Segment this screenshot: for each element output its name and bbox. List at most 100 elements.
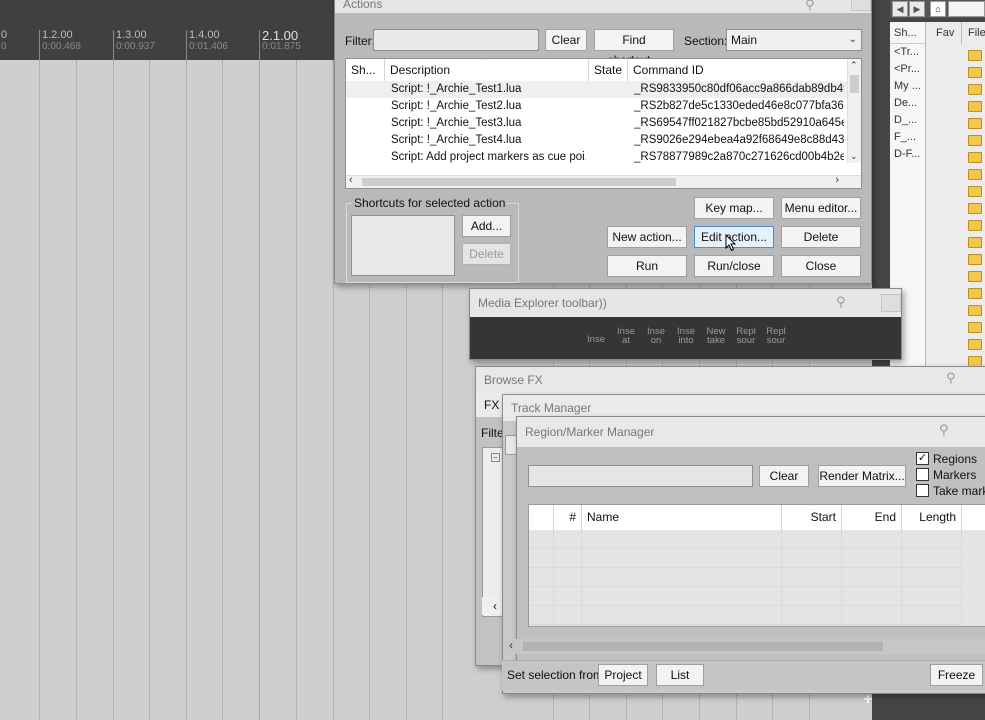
region-table-body[interactable] — [529, 530, 985, 626]
section-label: Section: — [684, 34, 728, 48]
folder-icon — [968, 101, 982, 112]
filter-input[interactable] — [373, 29, 539, 51]
column-header-color[interactable] — [529, 505, 554, 530]
fx-menu[interactable]: FX — [484, 398, 499, 412]
scroll-thumb[interactable] — [362, 178, 676, 186]
table-row[interactable]: Script: !_Archie_Test1.lua _RS9833950c80… — [346, 81, 847, 98]
render-matrix-button[interactable]: Render Matrix... — [818, 465, 906, 487]
table-row[interactable]: Script: Add project markers as cue poi..… — [346, 149, 847, 166]
back-arrow-icon[interactable]: ◀ — [892, 1, 908, 17]
row-description: Script: !_Archie_Test3.lua — [391, 117, 522, 129]
shortcut-item[interactable]: D_... — [894, 112, 925, 129]
pin-icon[interactable]: ⚲ — [805, 0, 815, 13]
path-field[interactable] — [948, 1, 985, 17]
region-table[interactable]: # Name Start ^ End Length — [528, 504, 985, 627]
toolbar-insert-into-button[interactable]: Inse into — [672, 327, 700, 346]
shortcut-item[interactable]: <Pr... — [894, 61, 925, 78]
shortcut-item[interactable]: <Tr... — [894, 44, 925, 61]
row-description: Script: !_Archie_Test1.lua — [391, 83, 522, 95]
table-row[interactable]: Script: !_Archie_Test2.lua _RS2b827de5c1… — [346, 98, 847, 115]
tab-fav[interactable]: Fav — [930, 22, 962, 44]
toolbar-replace-source-button[interactable]: Repl sour — [762, 327, 790, 346]
row-description: Script: !_Archie_Test4.lua — [391, 134, 522, 146]
shortcut-item[interactable]: D-F... — [894, 146, 925, 163]
menu-editor-button[interactable]: Menu editor... — [781, 197, 861, 219]
run-close-button[interactable]: Run/close — [694, 255, 774, 277]
folder-icon — [968, 186, 982, 197]
tab-file[interactable]: File — [964, 22, 985, 44]
actions-title: Actions — [335, 0, 871, 13]
shortcut-item[interactable]: My ... — [894, 78, 925, 95]
folder-icon — [968, 339, 982, 350]
toolbar-insert-at-button[interactable]: Inse at — [612, 327, 640, 346]
column-header-extra[interactable] — [962, 505, 985, 530]
close-button[interactable]: Close — [781, 255, 861, 277]
vertical-scrollbar[interactable]: ⌃ ⌄ — [847, 59, 861, 163]
pin-icon[interactable]: ⚲ — [946, 370, 956, 386]
column-header-command-id[interactable]: Command ID — [628, 59, 848, 81]
regions-checkbox[interactable]: ✓ — [916, 452, 929, 465]
delete-action-button[interactable]: Delete — [781, 226, 861, 248]
shortcut-listbox[interactable] — [351, 215, 455, 276]
set-selection-list-button[interactable]: List — [656, 664, 704, 686]
delete-shortcut-button[interactable]: Delete — [462, 243, 511, 265]
add-shortcut-button[interactable]: Add... — [462, 215, 511, 237]
scroll-down-icon[interactable]: ⌄ — [850, 151, 858, 162]
toolbar-new-take-button[interactable]: New take — [702, 327, 730, 346]
toolbar-replace-source-button[interactable]: Repl sour — [732, 327, 760, 346]
ruler-tick: 1.2.00 0:00.468 — [39, 30, 81, 60]
region-clear-button[interactable]: Clear — [759, 465, 809, 487]
scroll-thumb[interactable] — [523, 642, 883, 651]
section-select[interactable]: Main ⌄ — [726, 29, 862, 51]
toolbar-insert-on-button[interactable]: Inse on — [642, 327, 670, 346]
sort-up-icon: ^ — [809, 504, 814, 512]
take-markers-checkbox[interactable] — [916, 484, 929, 497]
markers-label: Markers — [933, 468, 977, 482]
folder-icon — [968, 50, 982, 61]
close-icon[interactable] — [881, 294, 901, 312]
folder-icon — [968, 220, 982, 231]
find-shortcut-button[interactable]: Find shortcut... — [594, 29, 674, 67]
table-row[interactable]: Script: !_Archie_Test3.lua _RS69547ff021… — [346, 115, 847, 132]
take-markers-label: Take marke — [933, 484, 985, 498]
scroll-thumb[interactable] — [850, 75, 859, 93]
actions-list[interactable]: Sh... Description ^ State Command ID Scr… — [345, 58, 862, 189]
row-command-id: _RS9833950c80df06acc9a866dab89db495 — [634, 83, 844, 95]
table-row[interactable]: Script: !_Archie_Test4.lua _RS9026e294eb… — [346, 132, 847, 149]
collapse-icon[interactable]: − — [491, 453, 500, 462]
shortcut-header[interactable]: Sh... — [890, 22, 925, 44]
scroll-left-icon[interactable]: ‹ — [349, 174, 353, 186]
column-header-number[interactable]: # — [554, 505, 582, 530]
folder-icon — [968, 84, 982, 95]
new-action-button[interactable]: New action... — [607, 226, 687, 248]
scroll-up-icon[interactable]: ⌃ — [850, 60, 858, 71]
region-search-input[interactable] — [528, 465, 753, 487]
grid-line — [76, 60, 77, 720]
toolbar-insert-button[interactable]: Inse — [582, 335, 610, 345]
region-horizontal-scrollbar[interactable]: ‹ — [505, 638, 985, 654]
scroll-right-icon[interactable]: › — [835, 174, 839, 186]
shortcut-item[interactable]: F_... — [894, 129, 925, 146]
pin-icon[interactable]: ⚲ — [836, 294, 846, 310]
column-header-shortcut[interactable]: Sh... — [346, 59, 385, 81]
pin-icon[interactable]: ⚲ — [939, 422, 949, 438]
clear-button[interactable]: Clear — [545, 29, 587, 51]
horizontal-scrollbar[interactable]: ‹ › — [346, 174, 861, 188]
scroll-left-icon[interactable]: ‹ — [509, 638, 513, 652]
close-icon[interactable] — [851, 0, 871, 11]
shortcut-item[interactable]: De... — [894, 95, 925, 112]
column-header-name[interactable]: Name — [582, 505, 782, 530]
column-header-length[interactable]: Length — [902, 505, 962, 530]
column-header-state[interactable]: State — [589, 59, 628, 81]
markers-checkbox[interactable] — [916, 468, 929, 481]
key-map-button[interactable]: Key map... — [694, 197, 774, 219]
run-button[interactable]: Run — [607, 255, 687, 277]
set-selection-project-button[interactable]: Project — [598, 664, 648, 686]
grid-line — [39, 60, 40, 720]
freeze-button[interactable]: Freeze — [930, 664, 983, 686]
forward-arrow-icon[interactable]: ▶ — [909, 1, 925, 17]
home-icon[interactable]: ⌂ — [930, 1, 946, 17]
folder-icon — [968, 203, 982, 214]
column-header-description[interactable]: Description — [385, 59, 589, 81]
column-header-end[interactable]: End — [842, 505, 902, 530]
